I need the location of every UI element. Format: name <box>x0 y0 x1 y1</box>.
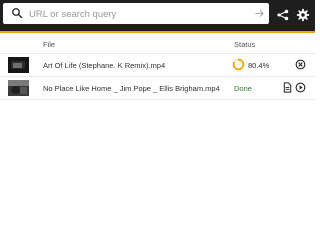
search-input[interactable] <box>29 6 249 22</box>
table-row[interactable]: No Place Like Home _ Jim Pope _ Ellis Br… <box>0 77 315 100</box>
video-thumbnail <box>8 57 29 73</box>
progress-ring <box>232 58 245 71</box>
play-icon[interactable] <box>295 82 306 93</box>
column-header-status: Status <box>234 40 256 49</box>
file-name: No Place Like Home _ Jim Pope _ Ellis Br… <box>43 84 220 93</box>
search-icon <box>12 8 23 19</box>
file-name: Art Of Life (Stephane. K Remix).mp4 <box>43 61 166 70</box>
search-box[interactable] <box>3 3 269 24</box>
top-bar <box>0 0 315 31</box>
column-header-file: File <box>43 40 56 49</box>
video-thumbnail <box>8 80 29 96</box>
progress-percent: 80.4% <box>248 61 270 70</box>
status-done: Done <box>234 84 252 93</box>
share-icon[interactable] <box>276 8 290 22</box>
gear-icon[interactable] <box>296 8 310 22</box>
table-row[interactable]: Art Of Life (Stephane. K Remix).mp4 80.4… <box>0 54 315 77</box>
document-icon[interactable] <box>282 82 293 93</box>
table-header: File Status <box>0 33 315 54</box>
cancel-icon[interactable] <box>295 59 306 70</box>
arrow-right-icon[interactable] <box>254 8 265 19</box>
